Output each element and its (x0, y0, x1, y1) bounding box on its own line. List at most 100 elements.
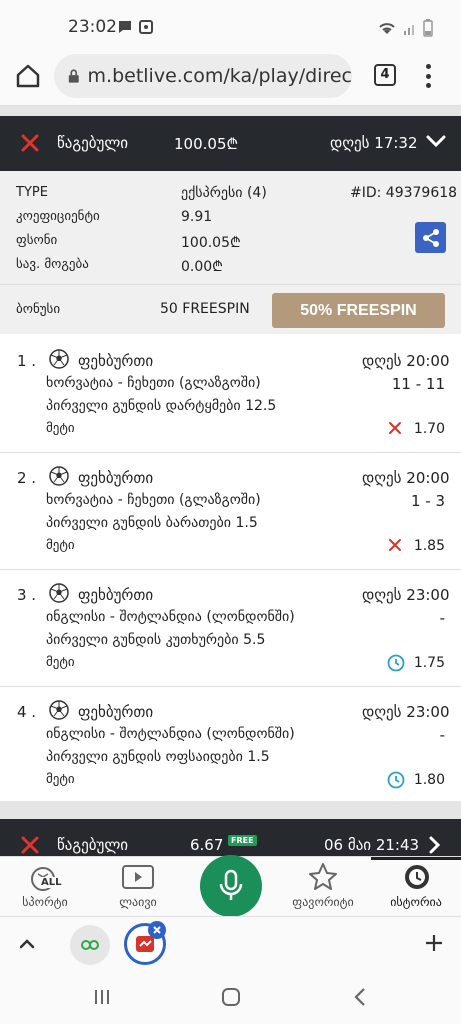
soccer-ball-icon (49, 700, 69, 720)
event-card[interactable]: 2 . ფეხბურთი დღეს 20:00 ხორვატია - ჩეხეთი (… (0, 453, 461, 570)
camera-notification-icon (139, 20, 153, 34)
bonus-value: 50 FREESPIN (160, 301, 250, 317)
system-navigation (0, 972, 461, 1024)
chevron-down-icon[interactable] (425, 132, 447, 150)
event-card[interactable]: 1 . ფეხბურთი დღეს 20:00 ხორვატია - ჩეხეთი (… (0, 336, 461, 453)
stake-label: ფსონი (16, 233, 58, 248)
freespin-button[interactable]: 50% FREESPIN (272, 293, 445, 328)
address-bar[interactable]: m.betlive.com/ka/play/direc (54, 54, 352, 98)
status-system-icons (377, 19, 433, 37)
type-value: ექსპრესი (4) (181, 185, 267, 201)
close-tab-button[interactable] (148, 921, 166, 939)
chevron-up-icon[interactable] (18, 936, 36, 950)
lost-x-icon (21, 836, 39, 854)
potential-win-value: 0.00₾ (181, 259, 223, 275)
sports-badge: ALL (40, 877, 63, 888)
event-score: - (439, 609, 445, 627)
ticket-amount: 6.67 (190, 836, 224, 854)
clock-icon (387, 771, 405, 789)
browser-menu-icon[interactable] (420, 64, 436, 88)
event-sport: ფეხბურთი (78, 352, 154, 370)
event-date: დღეს 20:00 (362, 352, 450, 370)
event-pick: მეტი (46, 655, 75, 670)
event-date: დღეს 20:00 (362, 469, 450, 487)
divider (0, 106, 461, 116)
star-icon (309, 863, 337, 890)
ticket-header[interactable]: წაგებული 100.05₾ დღეს 17:32 (0, 116, 461, 171)
microphone-icon (219, 869, 243, 900)
lost-x-icon (389, 539, 401, 551)
ticket-date: დღეს 17:32 (330, 134, 418, 152)
bonus-row: ბონუსი 50 FREESPIN 50% FREESPIN (0, 284, 461, 334)
plus-icon[interactable] (424, 933, 444, 953)
event-pick: მეტი (46, 421, 75, 436)
event-score: 11 - 11 (391, 375, 445, 393)
chevron-right-icon[interactable] (428, 835, 442, 855)
event-match: ხორვატია - ჩეხეთი (გლაზგოში) (46, 492, 261, 508)
event-status (387, 420, 403, 440)
ticket-date: 06 მაი 21:43 (324, 836, 420, 854)
event-card[interactable]: 3 . ფეხბურთი დღეს 23:00 ინგლისი - შოტლანდია… (0, 570, 461, 687)
message-icon (119, 21, 131, 33)
nav-live[interactable]: ლაივი (93, 857, 183, 917)
event-sport: ფეხბურთი (78, 469, 154, 487)
event-odds: 1.70 (413, 421, 445, 437)
browser-toolbar: m.betlive.com/ka/play/direc 4 (0, 50, 461, 106)
home-nav-icon[interactable] (221, 987, 241, 1007)
event-sport: ფეხბურთი (78, 586, 154, 604)
ticket-header-2[interactable]: წაგებული 6.67 FREE 06 მაი 21:43 (0, 819, 461, 856)
ticket-amount: 100.05₾ (174, 135, 239, 153)
url-text: m.betlive.com/ka/play/direc (87, 65, 352, 87)
type-label: TYPE (16, 185, 48, 200)
event-number: 4 . (17, 703, 37, 721)
nav-history[interactable]: ისტორია (371, 857, 461, 917)
status-notification-icons (117, 19, 153, 35)
free-badge: FREE (228, 835, 257, 846)
tab-strip (0, 916, 461, 972)
bonus-label: ბონუსი (16, 302, 61, 317)
ticket-status: წაგებული (57, 134, 129, 152)
home-icon[interactable] (14, 62, 42, 90)
site-favicon-icon (81, 940, 99, 950)
ticket-id: #ID: 49379618 (350, 185, 458, 201)
event-match: ინგლისი - შოტლანდია (ლონდონში) (46, 609, 295, 625)
coef-label: კოეფიციენტი (16, 209, 100, 224)
event-status (387, 771, 405, 793)
event-number: 1 . (17, 352, 37, 370)
status-time: 23:02 (68, 17, 117, 37)
battery-icon (423, 19, 433, 37)
recent-apps-icon[interactable] (93, 988, 111, 1006)
nav-active-indicator (371, 857, 461, 860)
event-odds: 1.80 (413, 772, 445, 788)
voice-search-button[interactable] (200, 855, 262, 917)
soccer-ball-icon (49, 349, 69, 369)
nav-favorites-label: ფავორიტი (292, 895, 354, 909)
clock-icon (387, 654, 405, 672)
nav-live-label: ლაივი (119, 895, 157, 909)
event-score: - (439, 726, 445, 744)
soccer-ball-icon (49, 466, 69, 486)
tab-thumbnail-1[interactable] (70, 925, 110, 965)
wifi-icon (379, 23, 395, 34)
signal-icon (404, 25, 414, 35)
event-card[interactable]: 4 . ფეხბურთი დღეს 23:00 ინგლისი - შოტლანდია… (0, 687, 461, 804)
nav-history-label: ისტორია (390, 895, 442, 909)
divider (0, 801, 461, 819)
close-icon (153, 926, 161, 934)
nav-sports[interactable]: ALL სპორტი (0, 857, 90, 917)
event-match: ინგლისი - შოტლანდია (ლონდონში) (46, 726, 295, 742)
share-icon (422, 228, 439, 247)
stake-value: 100.05₾ (181, 235, 241, 251)
event-market: პირველი გუნდის დარტყმები 12.5 (46, 398, 277, 414)
nav-favorites[interactable]: ფავორიტი (278, 857, 368, 917)
event-market: პირველი გუნდის ბარათები 1.5 (46, 515, 258, 531)
ticket-status: წაგებული (57, 836, 129, 854)
tab-switcher-button[interactable]: 4 (374, 64, 396, 86)
event-market: პირველი გუნდის კუთხურები 5.5 (46, 632, 266, 648)
event-status (387, 537, 403, 557)
event-date: დღეს 23:00 (362, 586, 450, 604)
history-icon (405, 865, 429, 889)
back-icon[interactable] (353, 987, 367, 1007)
share-button[interactable] (415, 222, 446, 253)
event-match: ხორვატია - ჩეხეთი (გლაზგოში) (46, 375, 261, 391)
